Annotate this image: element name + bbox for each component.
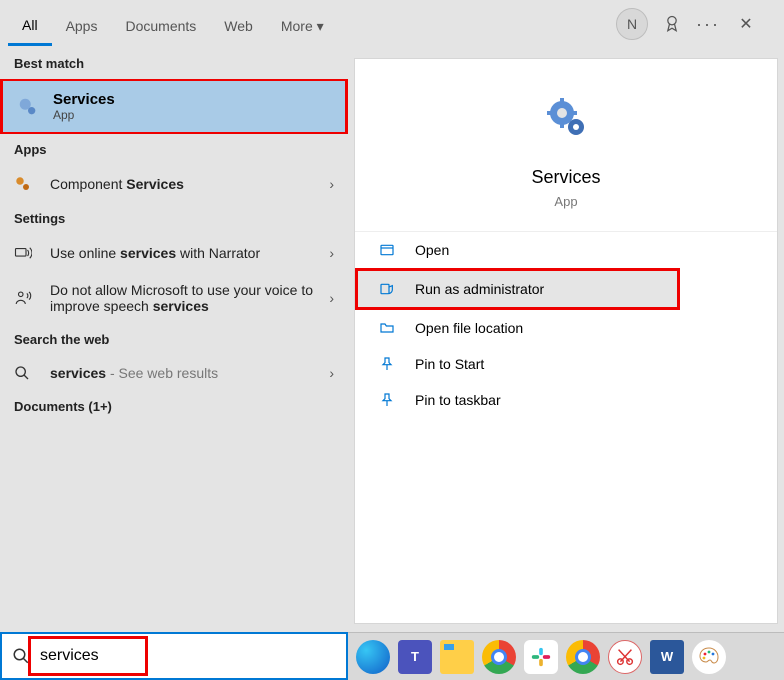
best-match-result[interactable]: Services App: [0, 79, 348, 134]
search-scope-tabs: All Apps Documents Web More ▾ N ··· ✕: [0, 0, 784, 48]
preview-subtitle: App: [554, 194, 577, 209]
chevron-right-icon: ›: [329, 290, 334, 306]
component-services-icon: [14, 175, 38, 193]
results-panel: Best match Services App Apps Component S…: [0, 48, 348, 630]
speech-icon: [14, 289, 38, 307]
pin-icon: [379, 356, 399, 372]
tab-apps[interactable]: Apps: [52, 4, 112, 44]
result-component-services[interactable]: Component Services ›: [0, 165, 348, 203]
best-match-title: Services: [53, 91, 115, 108]
tab-documents[interactable]: Documents: [111, 4, 210, 44]
action-open[interactable]: Open: [355, 232, 777, 268]
result-narrator-services[interactable]: Use online services with Narrator ›: [0, 234, 348, 272]
best-match-label: Best match: [0, 48, 348, 79]
services-app-icon: [542, 95, 590, 143]
best-match-subtitle: App: [53, 108, 115, 122]
close-button[interactable]: ✕: [734, 14, 758, 34]
tab-web[interactable]: Web: [210, 4, 267, 44]
preview-title: Services: [531, 167, 600, 188]
action-pin-start[interactable]: Pin to Start: [355, 346, 777, 382]
chevron-right-icon: ›: [329, 365, 334, 381]
narrator-icon: [14, 244, 38, 262]
open-icon: [379, 242, 399, 258]
tab-all[interactable]: All: [8, 3, 52, 46]
chevron-right-icon: ›: [329, 245, 334, 261]
tab-more[interactable]: More ▾: [267, 4, 338, 45]
action-pin-taskbar[interactable]: Pin to taskbar: [355, 382, 777, 418]
documents-section-label: Documents (1+): [0, 391, 348, 422]
taskbar-edge-icon[interactable]: [356, 640, 390, 674]
action-run-as-admin[interactable]: Run as administrator: [355, 268, 680, 310]
services-icon: [17, 96, 41, 118]
chevron-down-icon: ▾: [317, 18, 324, 34]
search-box[interactable]: [0, 632, 348, 680]
chevron-right-icon: ›: [329, 176, 334, 192]
preview-panel: Services App Open Run as administrator O…: [354, 58, 778, 624]
taskbar-snip-icon[interactable]: [608, 640, 642, 674]
result-web-search[interactable]: services - See web results ›: [0, 355, 348, 391]
taskbar-explorer-icon[interactable]: [440, 640, 474, 674]
taskbar-paint-icon[interactable]: [692, 640, 726, 674]
rewards-icon[interactable]: [662, 14, 682, 34]
search-input[interactable]: [40, 647, 346, 665]
more-options-icon[interactable]: ···: [696, 14, 720, 35]
result-speech-services[interactable]: Do not allow Microsoft to use your voice…: [0, 272, 348, 324]
search-icon: [2, 647, 40, 665]
search-icon: [14, 365, 38, 381]
action-open-location[interactable]: Open file location: [355, 310, 777, 346]
apps-section-label: Apps: [0, 134, 348, 165]
taskbar-chrome-icon[interactable]: [482, 640, 516, 674]
pin-icon: [379, 392, 399, 408]
taskbar-teams-icon[interactable]: T: [398, 640, 432, 674]
settings-section-label: Settings: [0, 203, 348, 234]
user-avatar[interactable]: N: [616, 8, 648, 40]
folder-icon: [379, 320, 399, 336]
taskbar-chrome-canary-icon[interactable]: [566, 640, 600, 674]
taskbar: T W: [348, 632, 784, 680]
web-section-label: Search the web: [0, 324, 348, 355]
taskbar-slack-icon[interactable]: [524, 640, 558, 674]
admin-shield-icon: [379, 281, 399, 297]
taskbar-word-icon[interactable]: W: [650, 640, 684, 674]
